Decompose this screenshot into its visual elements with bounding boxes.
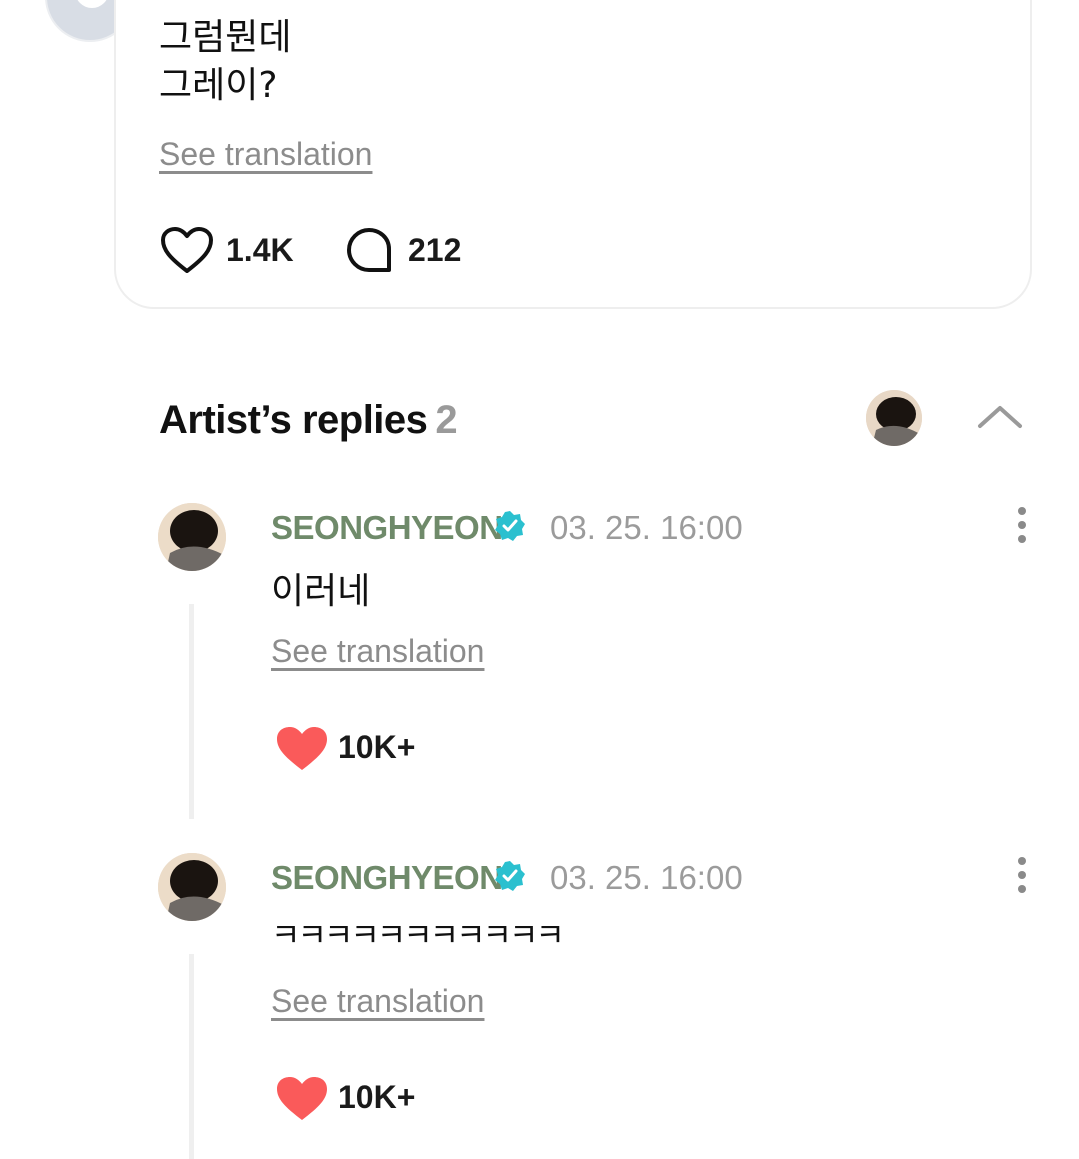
reply-2-avatar[interactable] [158, 853, 226, 921]
artist-replies-count: 2 [435, 398, 458, 442]
heart-filled-icon[interactable] [276, 726, 328, 772]
more-vertical-icon[interactable] [1016, 507, 1028, 547]
verified-badge-icon [495, 861, 525, 891]
post-text-line-2: 그레이? [159, 65, 278, 106]
reply-2-timestamp: 03. 25. 16:00 [550, 859, 743, 896]
artist-replies-label: Artist’s replies [159, 398, 428, 442]
post-text-line-1: 그럼뭔데 [159, 17, 292, 58]
post-comment-count: 212 [408, 232, 462, 268]
reply-1-avatar[interactable] [158, 503, 226, 571]
reply-2-see-translation-link[interactable]: See translation [271, 983, 484, 1020]
reply-2-like-count: 10K+ [338, 1079, 416, 1115]
post-see-translation-link[interactable]: See translation [159, 136, 372, 173]
reply-1-timestamp: 03. 25. 16:00 [550, 509, 743, 546]
chevron-up-icon[interactable] [976, 402, 1024, 430]
reply-2-thread-line [189, 954, 194, 1159]
post-text: 그럼뭔데 그레이? [159, 14, 291, 110]
reply-1-see-translation-link[interactable]: See translation [271, 633, 484, 670]
reply-1-like-count: 10K+ [338, 729, 416, 765]
more-vertical-icon[interactable] [1016, 857, 1028, 897]
artist-replies-title: Artist’s replies 2 [159, 398, 458, 443]
reply-2-text: ㅋㅋㅋㅋㅋㅋㅋㅋㅋㅋㅋ [271, 916, 565, 954]
post-like-count: 1.4K [226, 232, 294, 268]
reply-2-author-name[interactable]: SEONGHYEON [271, 859, 503, 897]
speech-bubble-icon[interactable] [345, 226, 393, 274]
reply-1-author-name[interactable]: SEONGHYEON [271, 509, 503, 547]
reply-1-thread-line [189, 604, 194, 819]
reply-1-text: 이러네 [271, 571, 371, 612]
heart-filled-icon[interactable] [276, 1076, 328, 1122]
artist-avatar-preview[interactable] [866, 390, 922, 446]
verified-badge-icon [495, 511, 525, 541]
heart-outline-icon[interactable] [160, 226, 214, 276]
